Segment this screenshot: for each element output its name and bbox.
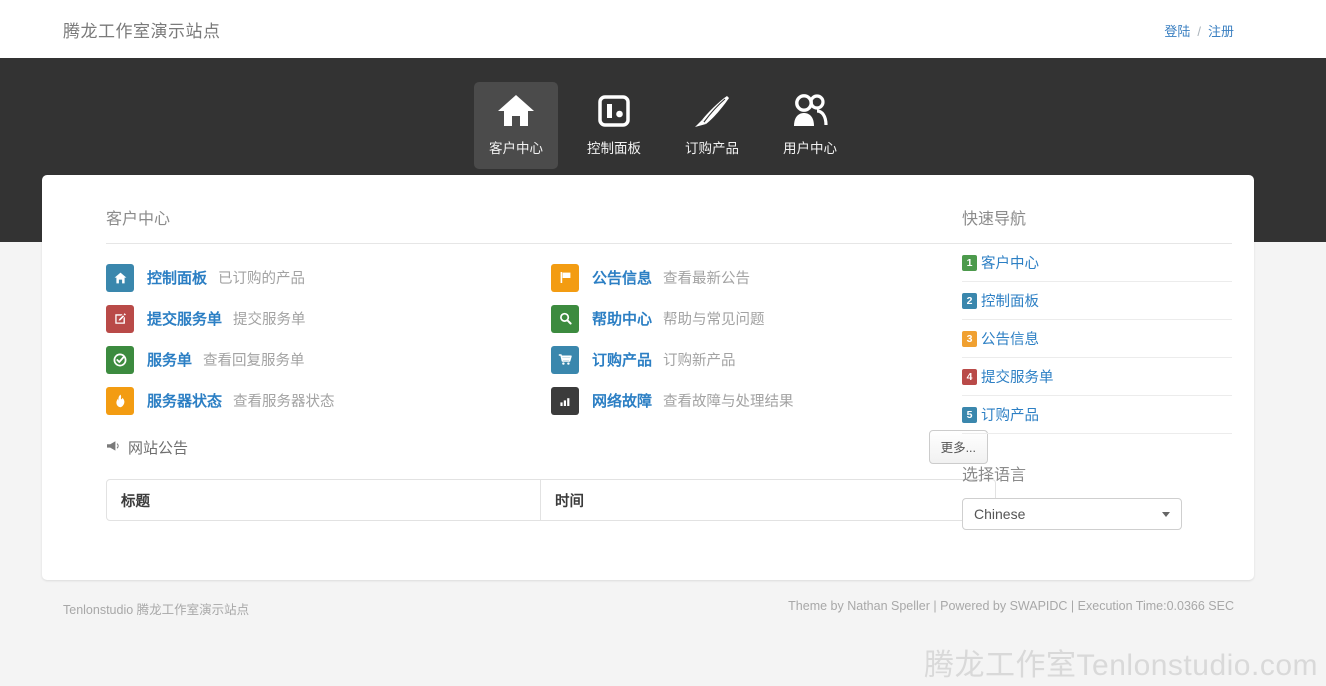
quicknav-label: 客户中心 — [981, 256, 1039, 272]
nav-item-order-products[interactable]: 订购产品 — [670, 82, 754, 169]
shortcut-desc: 提交服务单 — [233, 312, 306, 328]
megaphone-icon — [106, 439, 121, 456]
language-select-value: Chinese — [974, 506, 1026, 522]
chevron-down-icon — [1162, 512, 1170, 517]
language-select[interactable]: Chinese — [962, 498, 1182, 530]
shortcut-server-status[interactable]: 服务器状态 查看服务器状态 — [106, 380, 551, 421]
page-title: 客户中心 — [106, 211, 171, 228]
quicknav-item-3[interactable]: 3 公告信息 — [962, 320, 1232, 358]
announcements-title: 网站公告 — [128, 440, 189, 457]
auth-links: 登陆 / 注册 — [1164, 21, 1234, 40]
quicknav-badge: 1 — [962, 254, 977, 271]
dashboard-icon — [572, 92, 656, 130]
column-header-title: 标题 — [107, 480, 541, 520]
shortcut-desc: 订购新产品 — [663, 353, 736, 369]
shortcut-title: 订购产品 — [592, 352, 653, 369]
home-icon — [106, 263, 134, 292]
title-divider — [106, 243, 996, 244]
nav-item-label: 客户中心 — [489, 141, 543, 156]
quicknav-badge: 4 — [962, 368, 977, 385]
fire-icon — [106, 386, 134, 415]
quicknav-label: 订购产品 — [981, 408, 1039, 424]
cart-icon — [551, 345, 579, 374]
register-link[interactable]: 注册 — [1208, 24, 1234, 39]
shortcut-title: 帮助中心 — [592, 311, 653, 328]
nav-item-label: 用户中心 — [783, 141, 837, 156]
quicknav-list: 1 客户中心 2 控制面板 3 公告信息 4 提交服务单 5 订购产品 — [962, 244, 1232, 434]
shortcut-desc: 查看最新公告 — [663, 271, 751, 287]
nav-item-user-center[interactable]: 用户中心 — [768, 82, 852, 169]
shortcut-order-products[interactable]: 订购产品 订购新产品 — [551, 339, 996, 380]
quicknav-item-1[interactable]: 1 客户中心 — [962, 244, 1232, 282]
quicknav-badge: 3 — [962, 330, 977, 347]
shortcut-grid: 控制面板 已订购的产品 公告信息 查看最新公告 提交服务单 提交服务单 帮助中心… — [106, 257, 996, 421]
quicknav-badge: 2 — [962, 292, 977, 309]
shortcut-submit-ticket[interactable]: 提交服务单 提交服务单 — [106, 298, 551, 339]
shortcut-control-panel[interactable]: 控制面板 已订购的产品 — [106, 257, 551, 298]
shortcut-title: 网络故障 — [592, 393, 653, 410]
quicknav-label: 控制面板 — [981, 294, 1039, 310]
footer: Tenlonstudio 腾龙工作室演示站点 Theme by Nathan S… — [0, 590, 1326, 630]
check-icon — [106, 345, 134, 374]
site-brand: 腾龙工作室演示站点 — [63, 22, 221, 41]
shortcut-title: 提交服务单 — [147, 311, 223, 328]
nav-item-label: 订购产品 — [685, 141, 739, 156]
shortcut-tickets[interactable]: 服务单 查看回复服务单 — [106, 339, 551, 380]
announcements-title-row: 网站公告 — [106, 437, 996, 458]
shortcut-desc: 查看回复服务单 — [203, 353, 305, 369]
quicknav-title: 快速导航 — [962, 211, 1027, 228]
search-icon — [551, 304, 579, 333]
footer-right-text: Theme by Nathan Speller | Powered by SWA… — [788, 599, 1234, 613]
shortcut-desc: 帮助与常见问题 — [663, 312, 765, 328]
shortcut-title: 服务器状态 — [147, 393, 223, 410]
shortcut-network-faults[interactable]: 网络故障 查看故障与处理结果 — [551, 380, 996, 421]
users-icon — [768, 92, 852, 130]
quicknav-item-2[interactable]: 2 控制面板 — [962, 282, 1232, 320]
quicknav-item-5[interactable]: 5 订购产品 — [962, 396, 1232, 434]
announcements-table: 标题 时间 — [106, 479, 996, 521]
shortcut-help-center[interactable]: 帮助中心 帮助与常见问题 — [551, 298, 996, 339]
login-link[interactable]: 登陆 — [1164, 24, 1190, 39]
main-column: 客户中心 控制面板 已订购的产品 公告信息 查看最新公告 提交服务单 提交服务单… — [64, 175, 996, 521]
sidebar-column: 快速导航 1 客户中心 2 控制面板 3 公告信息 4 提交服务单 5 订购产品 — [962, 175, 1254, 530]
edit-icon — [106, 304, 134, 333]
column-header-time: 时间 — [555, 493, 584, 510]
quicknav-item-4[interactable]: 4 提交服务单 — [962, 358, 1232, 396]
footer-left-text: Tenlonstudio 腾龙工作室演示站点 — [63, 603, 250, 617]
shortcut-title: 公告信息 — [592, 270, 653, 287]
language-title: 选择语言 — [962, 467, 1027, 484]
quill-pen-icon — [670, 92, 754, 130]
nav-item-customer-center[interactable]: 客户中心 — [474, 82, 558, 169]
home-icon — [474, 92, 558, 130]
auth-separator: / — [1197, 24, 1201, 39]
shortcut-announcements[interactable]: 公告信息 查看最新公告 — [551, 257, 996, 298]
shortcut-desc: 已订购的产品 — [218, 271, 306, 287]
bar-chart-icon — [551, 386, 579, 415]
shortcut-desc: 查看故障与处理结果 — [663, 394, 794, 410]
primary-nav: 客户中心 控制面板 订购产品 用户中心 — [0, 82, 1326, 169]
shortcut-title: 控制面板 — [147, 270, 208, 287]
nav-item-label: 控制面板 — [587, 141, 641, 156]
announcements-header: 网站公告 更多... — [106, 430, 996, 469]
quicknav-badge: 5 — [962, 406, 977, 423]
main-card: 客户中心 控制面板 已订购的产品 公告信息 查看最新公告 提交服务单 提交服务单… — [42, 175, 1254, 580]
top-bar: 腾龙工作室演示站点 登陆 / 注册 — [0, 0, 1326, 58]
shortcut-desc: 查看服务器状态 — [233, 394, 335, 410]
table-header-row: 标题 时间 — [107, 480, 995, 520]
flag-icon — [551, 263, 579, 292]
quicknav-label: 提交服务单 — [981, 370, 1054, 386]
shortcut-title: 服务单 — [147, 352, 193, 369]
nav-item-control-panel[interactable]: 控制面板 — [572, 82, 656, 169]
watermark: 腾龙工作室Tenlonstudio.com — [924, 649, 1318, 682]
quicknav-label: 公告信息 — [981, 332, 1039, 348]
